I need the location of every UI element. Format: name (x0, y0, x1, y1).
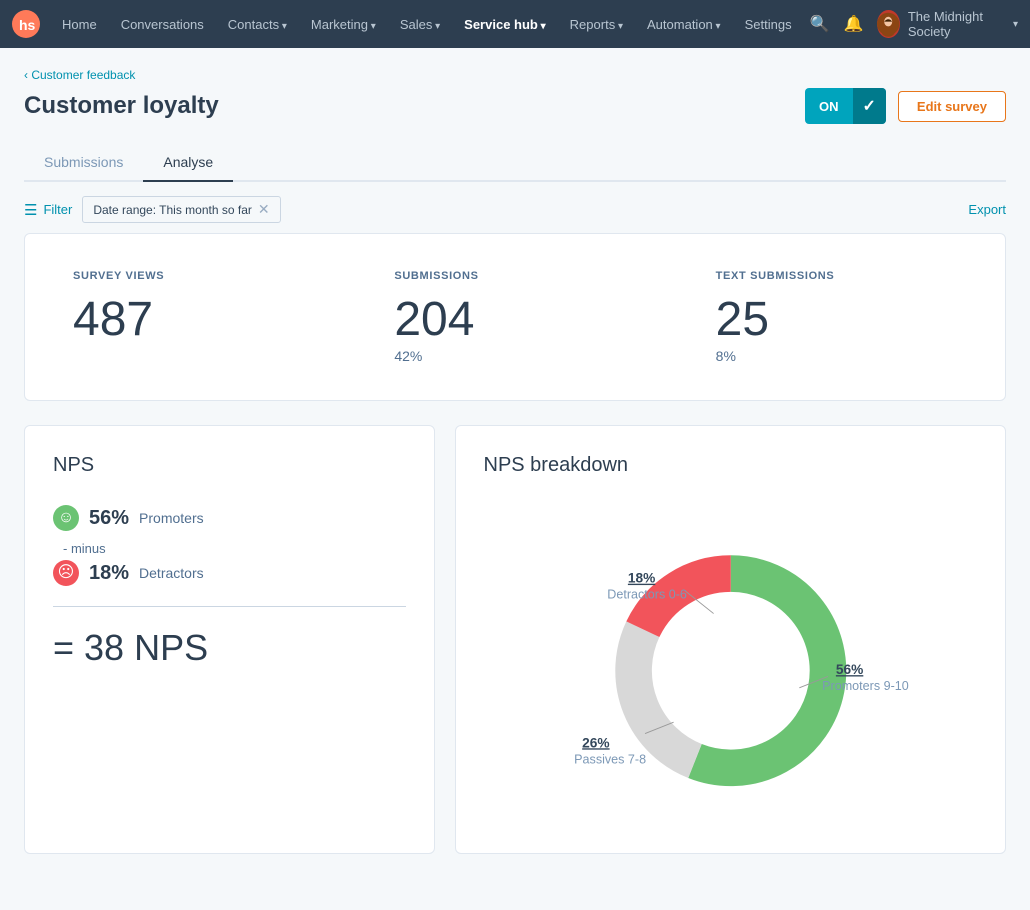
nps-minus-label: - minus (63, 541, 406, 556)
nps-breakdown-title: NPS breakdown (484, 454, 978, 477)
nps-card: NPS ☺ 56% Promoters - minus ☹ 18% Detrac… (24, 425, 435, 854)
tab-analyse[interactable]: Analyse (143, 144, 233, 182)
nps-result: = 38 NPS (53, 627, 406, 669)
nav-marketing[interactable]: Marketing (301, 11, 386, 38)
toggle-checkmark-icon: ✓ (853, 88, 886, 124)
nav-conversations[interactable]: Conversations (111, 11, 214, 38)
stats-card: SURVEY VIEWS 487 SUBMISSIONS 204 42% TEX… (24, 233, 1006, 401)
tab-submissions[interactable]: Submissions (24, 144, 143, 182)
nps-card-title: NPS (53, 454, 406, 477)
text-submissions-label: TEXT SUBMISSIONS (716, 270, 957, 282)
date-range-badge: Date range: This month so far ✕ (82, 196, 280, 223)
page-title: Customer loyalty (24, 92, 219, 120)
text-submissions-value: 25 (716, 296, 957, 344)
donut-segments (633, 574, 827, 768)
nps-promoters-row: ☺ 56% Promoters (53, 505, 406, 531)
passives-pct-label: 26% (582, 735, 609, 750)
svg-text:hs: hs (19, 17, 36, 33)
user-name: The Midnight Society (908, 9, 1005, 39)
detractors-label: Detractors (139, 565, 204, 581)
promoters-pct: 56% (89, 507, 129, 530)
bottom-cards: NPS ☺ 56% Promoters - minus ☹ 18% Detrac… (24, 425, 1006, 854)
stat-survey-views: SURVEY VIEWS 487 (73, 270, 314, 364)
breadcrumb[interactable]: Customer feedback (24, 68, 1006, 82)
donut-chart-area: 18% Detractors 0-6 56% Promoters 9-10 26… (484, 505, 978, 825)
nps-divider (53, 606, 406, 607)
submissions-value: 204 (394, 296, 635, 344)
stat-text-submissions: TEXT SUBMISSIONS 25 8% (716, 270, 957, 364)
edit-survey-button[interactable]: Edit survey (898, 91, 1006, 122)
date-range-clear-icon[interactable]: ✕ (258, 201, 270, 218)
toggle-on-label: ON (805, 88, 853, 124)
nav-settings[interactable]: Settings (735, 11, 802, 38)
donut-chart-svg: 18% Detractors 0-6 56% Promoters 9-10 26… (484, 505, 978, 825)
detractors-pct: 18% (89, 562, 129, 585)
passives-segment (633, 629, 694, 761)
promoters-desc-label: Promoters 9-10 (822, 679, 909, 693)
header-actions: ON ✓ Edit survey (805, 88, 1006, 124)
filter-label: Filter (43, 202, 72, 217)
nav-sales[interactable]: Sales (390, 11, 450, 38)
detractors-pct-label: 18% (627, 571, 654, 586)
page-header: Customer loyalty ON ✓ Edit survey (24, 88, 1006, 124)
promoters-segment (694, 574, 827, 768)
submissions-sub: 42% (394, 348, 635, 364)
promoters-pct-label: 56% (835, 662, 862, 677)
detractors-emoji-icon: ☹ (53, 560, 79, 586)
nav-reports[interactable]: Reports (560, 11, 633, 38)
survey-views-label: SURVEY VIEWS (73, 270, 314, 282)
tab-bar: Submissions Analyse (24, 144, 1006, 182)
nav-contacts[interactable]: Contacts (218, 11, 297, 38)
survey-views-value: 487 (73, 296, 314, 344)
nav-service-hub[interactable]: Service hub (454, 11, 556, 38)
user-menu[interactable]: The Midnight Society ▾ (877, 9, 1018, 39)
top-navigation: hs Home Conversations Contacts Marketing… (0, 0, 1030, 48)
text-submissions-sub: 8% (716, 348, 957, 364)
promoters-label: Promoters (139, 510, 204, 526)
search-icon[interactable]: 🔍 (810, 14, 830, 34)
filter-bar: ☰ Filter Date range: This month so far ✕… (24, 182, 1006, 233)
date-range-text: Date range: This month so far (93, 203, 252, 217)
stat-submissions: SUBMISSIONS 204 42% (394, 270, 635, 364)
filter-icon: ☰ (24, 201, 37, 219)
user-dropdown-icon: ▾ (1013, 19, 1018, 30)
submissions-label: SUBMISSIONS (394, 270, 635, 282)
detractors-desc-label: Detractors 0-6 (607, 588, 687, 602)
nps-breakdown-card: NPS breakdown (455, 425, 1007, 854)
filter-button[interactable]: ☰ Filter (24, 201, 72, 219)
avatar (877, 10, 899, 38)
toggle-button[interactable]: ON ✓ (805, 88, 886, 124)
nps-detractors-row: ☹ 18% Detractors (53, 560, 406, 586)
passives-desc-label: Passives 7-8 (574, 752, 646, 766)
export-button[interactable]: Export (968, 202, 1006, 217)
page-content: Customer feedback Customer loyalty ON ✓ … (0, 48, 1030, 874)
filter-left: ☰ Filter Date range: This month so far ✕ (24, 196, 281, 223)
nav-automation[interactable]: Automation (637, 11, 731, 38)
notification-icon[interactable]: 🔔 (844, 14, 864, 34)
hubspot-logo[interactable]: hs (12, 10, 40, 38)
nav-home[interactable]: Home (52, 11, 107, 38)
promoters-emoji-icon: ☺ (53, 505, 79, 531)
